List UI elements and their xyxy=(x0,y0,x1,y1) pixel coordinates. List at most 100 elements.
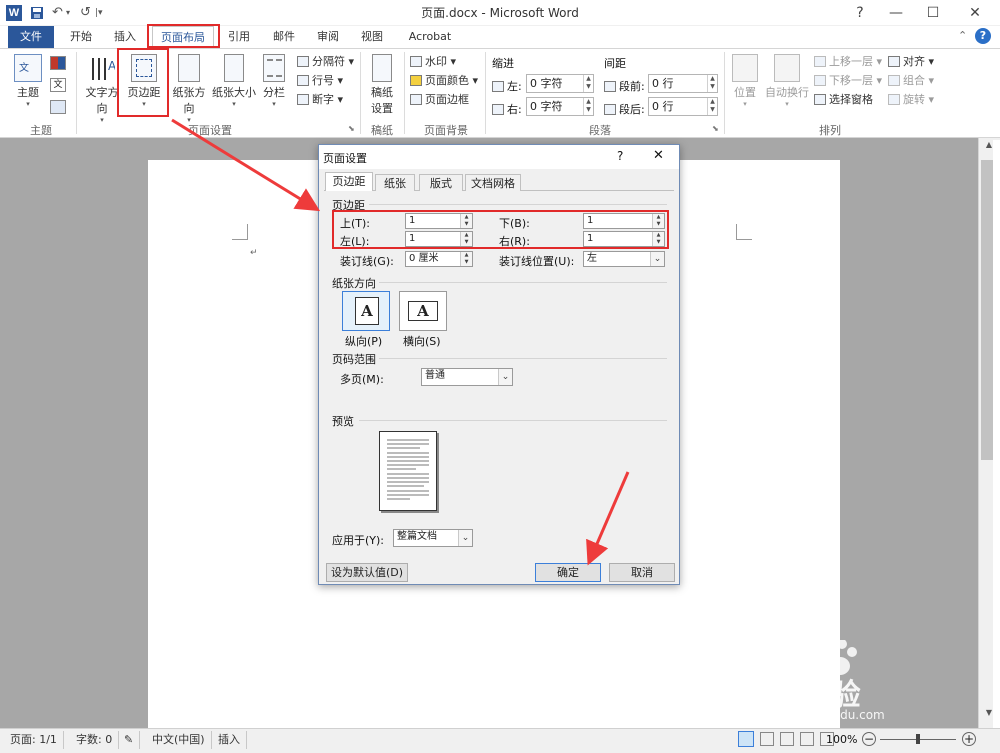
page-setup-launcher-icon[interactable]: ⬊ xyxy=(348,124,355,133)
margins-highlight-box xyxy=(117,48,169,117)
group-label-page-background: 页面背景 xyxy=(424,124,468,137)
tab-insert[interactable]: 插入 xyxy=(106,26,144,48)
watermark-button[interactable]: 水印 ▾ xyxy=(410,53,456,71)
spacing-before-input[interactable]: 0 行 ▲ ▼ xyxy=(648,74,718,93)
indent-left-spinner-icon[interactable]: ▲ ▼ xyxy=(583,75,593,92)
full-screen-view-icon[interactable] xyxy=(760,732,774,746)
tab-margins[interactable]: 页边距 xyxy=(325,172,373,191)
minimize-icon[interactable]: — xyxy=(876,0,916,26)
tab-highlight-box xyxy=(147,24,220,48)
cancel-button[interactable]: 取消 xyxy=(609,563,675,582)
zoom-out-icon[interactable]: − xyxy=(862,732,876,746)
spacing-before-icon xyxy=(604,81,616,92)
group-objects-button[interactable]: 组合 ▾ xyxy=(888,72,934,90)
size-icon xyxy=(224,54,244,82)
indent-right-icon xyxy=(492,104,504,115)
close-icon[interactable]: ✕ xyxy=(955,0,995,26)
rotate-button[interactable]: 旋转 ▾ xyxy=(888,91,934,109)
portrait-option[interactable]: A xyxy=(342,291,390,331)
apply-to-label: 应用于(Y): xyxy=(332,534,385,547)
gutter-position-select[interactable]: 左 ⌄ xyxy=(583,251,665,267)
status-page[interactable]: 页面: 1/1 xyxy=(4,731,64,749)
page-color-button[interactable]: 页面颜色 ▾ xyxy=(410,72,478,90)
dialog-title-bar xyxy=(319,145,679,169)
landscape-label[interactable]: 横向(S) xyxy=(403,333,441,349)
status-insert-mode[interactable]: 插入 xyxy=(212,731,247,749)
spacing-after-spinner-icon[interactable]: ▲ ▼ xyxy=(707,98,717,115)
draft-paper-button[interactable]: 稿纸 设置 xyxy=(364,52,400,118)
outline-view-icon[interactable] xyxy=(800,732,814,746)
tab-doc-grid[interactable]: 文档网格 xyxy=(465,174,521,191)
tab-review[interactable]: 审阅 xyxy=(310,26,346,48)
multiple-pages-select[interactable]: 普通 ⌄ xyxy=(421,368,513,386)
size-button[interactable]: 纸张大小 ▾ xyxy=(212,52,256,118)
tab-mailings[interactable]: 邮件 xyxy=(266,26,302,48)
text-direction-button[interactable]: A 文字方向 ▾ xyxy=(82,52,122,124)
page-border-icon xyxy=(410,94,422,105)
ok-button[interactable]: 确定 xyxy=(535,563,601,582)
text-direction-label: 文字方向 xyxy=(85,86,119,115)
orientation-label: 纸张方向 xyxy=(172,86,206,115)
help-circle-icon[interactable]: ? xyxy=(975,28,991,44)
dialog-help-icon[interactable]: ? xyxy=(617,149,623,163)
theme-colors-icon[interactable] xyxy=(50,56,66,70)
portrait-label[interactable]: 纵向(P) xyxy=(345,333,382,349)
indent-right-spinner-icon[interactable]: ▲ ▼ xyxy=(583,98,593,115)
status-word-count[interactable]: 字数: 0 xyxy=(70,731,120,749)
status-language[interactable]: 中文(中国) xyxy=(146,731,212,749)
text-direction-dropdown-icon: ▾ xyxy=(100,116,104,124)
spacing-after-input[interactable]: 0 行 ▲ ▼ xyxy=(648,97,718,116)
theme-fonts-icon[interactable]: 文 xyxy=(50,78,66,92)
web-layout-view-icon[interactable] xyxy=(780,732,794,746)
bring-forward-button[interactable]: 上移一层 ▾ xyxy=(814,53,882,71)
maximize-icon[interactable]: ☐ xyxy=(913,0,953,26)
selection-pane-button[interactable]: 选择窗格 xyxy=(814,91,873,109)
page-border-button[interactable]: 页面边框 xyxy=(410,91,469,109)
breaks-button[interactable]: 分隔符 ▾ xyxy=(297,53,354,71)
line-numbers-button[interactable]: 行号 ▾ xyxy=(297,72,343,90)
wrap-text-button[interactable]: 自动换行 ▾ xyxy=(764,52,810,118)
status-proofing-icon[interactable]: ✎ xyxy=(118,731,141,749)
spacing-before-spinner-icon[interactable]: ▲ ▼ xyxy=(707,75,717,92)
tab-view[interactable]: 视图 xyxy=(354,26,390,48)
zoom-slider-thumb[interactable] xyxy=(916,734,920,744)
zoom-in-icon[interactable]: + xyxy=(962,732,976,746)
send-backward-button[interactable]: 下移一层 ▾ xyxy=(814,72,882,90)
indent-right-input[interactable]: 0 字符 ▲ ▼ xyxy=(526,97,594,116)
tab-home[interactable]: 开始 xyxy=(62,26,100,48)
orientation-button[interactable]: 纸张方向 ▾ xyxy=(168,52,210,124)
tab-paper[interactable]: 纸张 xyxy=(375,174,415,191)
position-button[interactable]: 位置 ▾ xyxy=(728,52,762,118)
apply-to-select[interactable]: 整篇文档 ⌄ xyxy=(393,529,473,547)
chevron-down-icon: ⌄ xyxy=(458,530,472,546)
zoom-level[interactable]: 100% xyxy=(826,733,857,746)
multiple-pages-label: 多页(M): xyxy=(340,373,384,386)
draft-paper-setup-label: 设置 xyxy=(371,102,393,115)
hyphenation-button[interactable]: 断字 ▾ xyxy=(297,91,343,109)
portrait-icon: A xyxy=(355,297,379,325)
tab-file[interactable]: 文件 xyxy=(8,26,54,48)
paragraph-launcher-icon[interactable]: ⬊ xyxy=(712,124,719,133)
tab-layout[interactable]: 版式 xyxy=(419,174,463,191)
selection-pane-icon xyxy=(814,94,826,105)
print-layout-view-icon[interactable] xyxy=(738,731,754,747)
wrap-text-dropdown-icon: ▾ xyxy=(785,100,789,108)
collapse-ribbon-icon[interactable]: ⌃ xyxy=(958,29,967,42)
landscape-option[interactable]: A xyxy=(399,291,447,331)
tab-acrobat[interactable]: Acrobat xyxy=(404,26,456,48)
section-divider xyxy=(359,420,667,421)
columns-button[interactable]: 分栏 ▾ xyxy=(258,52,290,118)
gutter-spinner-icon[interactable]: ▲ ▼ xyxy=(460,252,472,266)
dialog-close-icon[interactable]: ✕ xyxy=(653,148,664,163)
breaks-label: 分隔符 xyxy=(312,55,345,68)
help-icon[interactable]: ? xyxy=(840,0,880,26)
hyphenation-label: 断字 xyxy=(312,93,334,106)
align-button[interactable]: 对齐 ▾ xyxy=(888,53,934,71)
indent-left-input[interactable]: 0 字符 ▲ ▼ xyxy=(526,74,594,93)
themes-button[interactable]: 文 主题 ▾ xyxy=(10,52,46,118)
theme-effects-icon[interactable] xyxy=(50,100,66,114)
set-default-button[interactable]: 设为默认值(D) xyxy=(326,563,408,582)
send-backward-icon xyxy=(814,75,826,86)
tab-references[interactable]: 引用 xyxy=(224,26,254,48)
gutter-input[interactable]: 0 厘米 ▲ ▼ xyxy=(405,251,473,267)
